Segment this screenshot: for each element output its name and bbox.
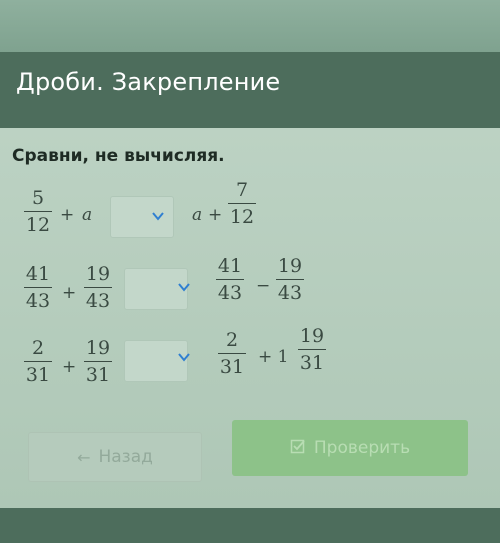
fraction-bar [276,279,304,280]
fraction-bar [216,279,244,280]
numerator: 41 [25,263,51,285]
row2-left-fraction-2: 19 43 [84,264,112,311]
denominator: 31 [299,352,325,374]
fraction-bar [24,287,52,288]
chevron-down-icon[interactable] [178,352,190,362]
numerator: 2 [225,329,239,351]
row3-right-fraction-1: 2 31 [218,330,246,377]
numerator: 19 [277,255,303,277]
numerator: 19 [85,263,111,285]
numerator: 2 [31,337,45,359]
row3-right-fraction-2: 19 31 [298,326,326,373]
denominator: 12 [229,206,255,228]
row1-right-operator: + [208,205,223,225]
page-title: Дроби. Закрепление [16,68,281,96]
row2-left-fraction-1: 41 43 [24,264,52,311]
check-button[interactable]: Проверить [232,420,468,476]
denominator: 12 [25,214,51,236]
numerator: 19 [299,325,325,347]
row3-right-operator: + 1 [258,347,289,367]
row1-left-variable: a [82,205,93,225]
denominator: 31 [25,364,51,386]
denominator: 43 [25,290,51,312]
denominator: 43 [277,282,303,304]
fraction-bar [24,211,52,212]
numerator: 41 [217,255,243,277]
denominator: 31 [85,364,111,386]
row1-right-fraction: 7 12 [228,180,256,227]
fraction-bar [218,353,246,354]
chevron-down-icon[interactable] [178,282,190,292]
row2-right-fraction-2: 19 43 [276,256,304,303]
fraction-bar [228,203,256,204]
numerator: 5 [31,187,45,209]
row3-left-operator: + [62,357,77,377]
denominator: 43 [85,290,111,312]
denominator: 31 [219,356,245,378]
fraction-bar [84,361,112,362]
row2-right-fraction-1: 41 43 [216,256,244,303]
row2-right-operator: − [256,276,271,296]
checkbox-icon [290,438,306,459]
top-bar [0,0,500,52]
numerator: 19 [85,337,111,359]
row1-compare-select[interactable] [110,196,174,238]
chevron-down-icon[interactable] [152,211,164,221]
instruction-text: Сравни, не вычисляя. [12,146,225,166]
numerator: 7 [235,179,249,201]
fraction-bar [84,287,112,288]
back-button-label: Назад [98,447,153,467]
row3-left-fraction-2: 19 31 [84,338,112,385]
row1-right-variable: a [192,205,203,225]
check-button-label: Проверить [313,438,411,458]
fraction-bar [298,349,326,350]
row1-left-operator: + [60,205,75,225]
fraction-bar [24,361,52,362]
denominator: 43 [217,282,243,304]
arrow-left-icon: ← [77,447,91,467]
row3-left-fraction-1: 2 31 [24,338,52,385]
back-button[interactable]: ← Назад [28,432,202,482]
row1-left-fraction: 5 12 [24,188,52,235]
row2-left-operator: + [62,283,77,303]
